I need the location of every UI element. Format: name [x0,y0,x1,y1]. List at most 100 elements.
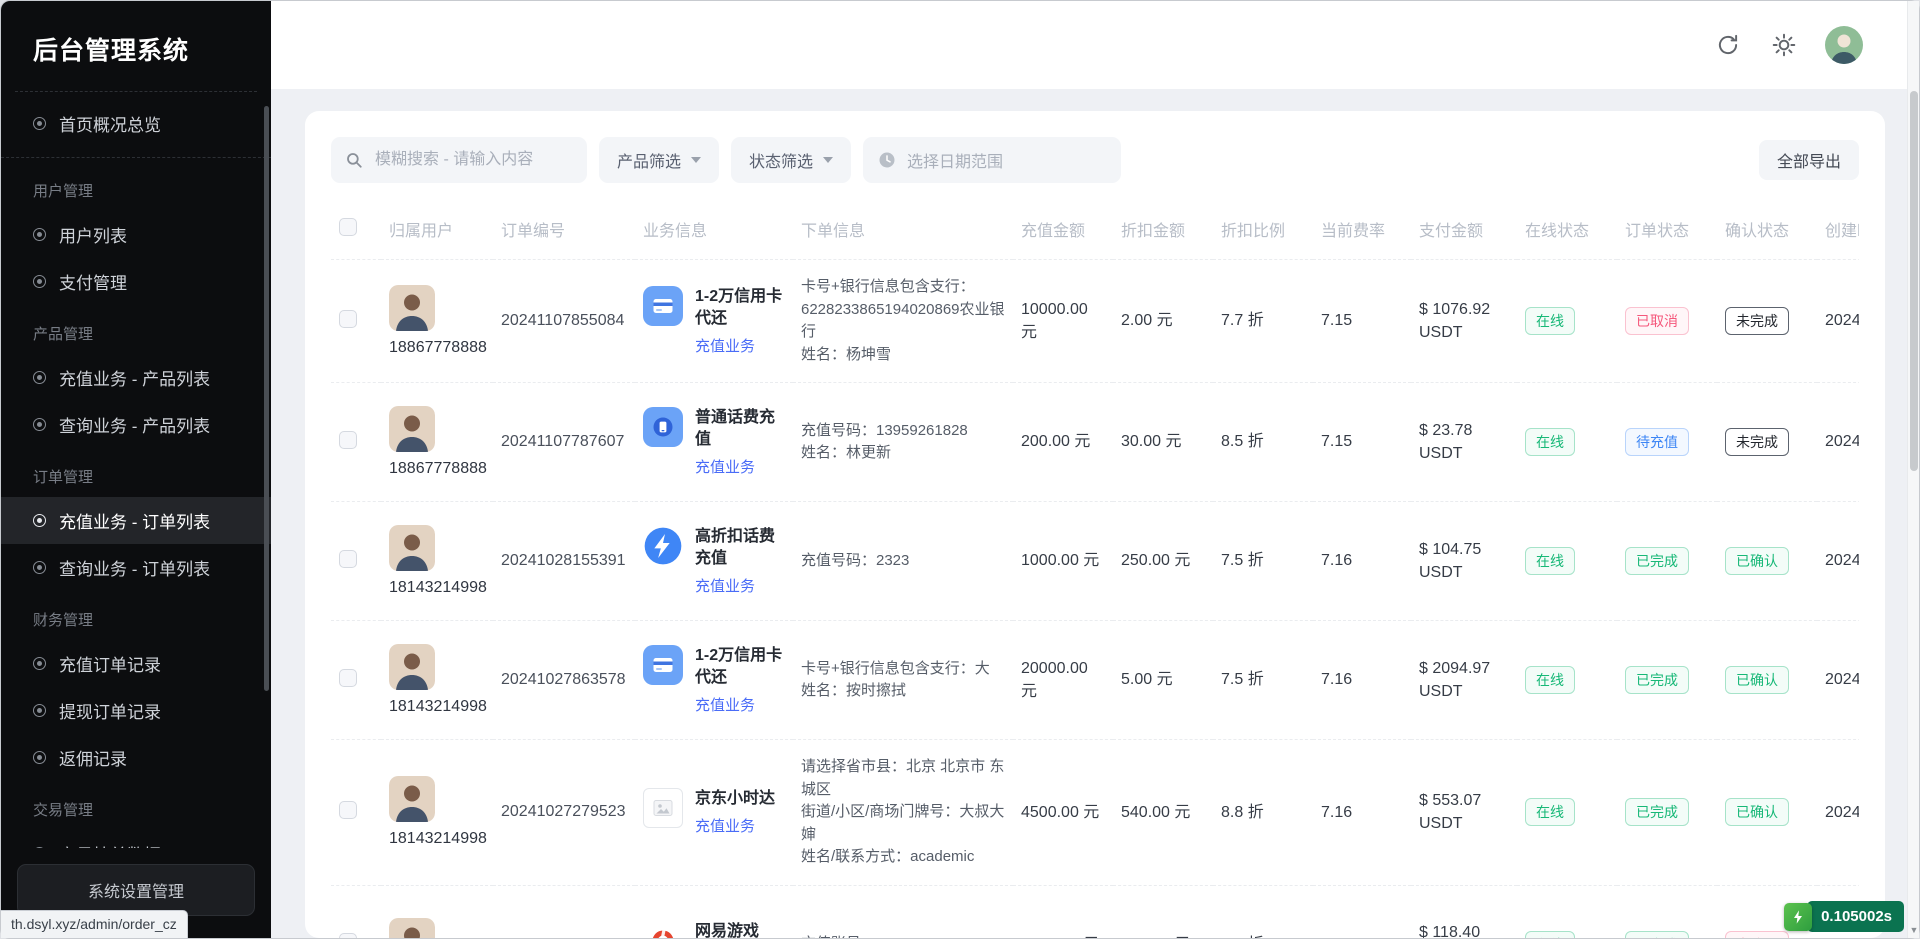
system-settings-button[interactable]: 系统设置管理 [17,864,255,916]
order-number: 20241026096687 [501,936,626,939]
circle-bullet-icon [33,117,46,130]
refresh-icon[interactable] [1713,30,1743,60]
discount-amount: 5.00 元 [1121,668,1173,691]
sidebar-item-label: 支付管理 [59,269,127,294]
row-checkbox[interactable] [339,310,357,328]
online-status-badge: 在线 [1525,931,1575,939]
image-placeholder-icon [643,788,683,828]
discount-ratio: 8.8 折 [1221,801,1264,824]
clock-icon [877,150,897,170]
pay-amount: $ 553.07 USDT [1419,789,1509,835]
speed-plugin-icon[interactable] [1784,903,1812,931]
sidebar-item[interactable]: 充值订单记录 [1,640,271,687]
search-box[interactable] [331,137,587,183]
column-header: 确认状态 [1717,213,1817,260]
sidebar-item[interactable]: 充值业务 - 订单列表 [1,497,271,544]
row-checkbox[interactable] [339,801,357,819]
sidebar-item[interactable]: 支付管理 [1,258,271,305]
circle-bullet-icon [33,418,46,431]
table-row: 1814321499820241027279523京东小时达充值业务请选择省市县… [331,740,1859,886]
chevron-down-icon [823,157,833,163]
confirm-status-badge: 已确认 [1725,547,1789,575]
orders-table-wrap: 归属用户订单编号业务信息下单信息充值金额折扣金额折扣比例当前费率支付金额在线状态… [331,213,1859,938]
product-category: 充值业务 [695,335,785,356]
product-filter-select[interactable]: 产品筛选 [599,137,719,183]
order-info: 卡号+银行信息包含支行：6228233865194020869农业银行 姓名：杨… [801,276,1005,366]
order-status-badge: 已完成 [1625,547,1689,575]
select-all-checkbox[interactable] [339,218,357,236]
row-checkbox[interactable] [339,550,357,568]
order-number: 20241027279523 [501,803,626,820]
table-row: 18867778888 20241107855084 1-2万信用卡代还充值业务卡号… [331,260,1859,383]
recharge-amount: 1000.00 元 [1021,933,1099,938]
product-name: 高折扣话费充值 [695,526,785,569]
scrollbar-thumb[interactable] [1910,91,1918,471]
sidebar-scrollbar[interactable] [264,106,269,691]
sidebar-section: 产品管理充值业务 - 产品列表查询业务 - 产品列表 [1,305,271,448]
page-scrollbar[interactable]: ▼ [1907,1,1919,938]
order-info: 卡号+银行信息包含支行：大 姓名：按时擦拭 [801,658,1005,703]
date-range-picker[interactable]: 选择日期范围 [863,137,1121,183]
sidebar-item[interactable]: 充值业务 - 产品列表 [1,354,271,401]
discount-ratio: 8.3 折 [1221,933,1264,938]
row-checkbox[interactable] [339,431,357,449]
sidebar-section: 用户管理用户列表支付管理 [1,162,271,305]
created-time: 2024- [1825,801,1859,824]
sidebar-item-label: 充值订单记录 [59,651,161,676]
content-area: 产品筛选 状态筛选 选择日期范围 全部导出 [271,89,1919,938]
column-header: 在线状态 [1517,213,1617,260]
discount-ratio: 8.5 折 [1221,430,1264,453]
chevron-down-icon [691,157,701,163]
export-all-button[interactable]: 全部导出 [1759,140,1859,180]
product-name: 网易游戏 [695,921,759,938]
sidebar-section: 首页概况总览 [1,100,271,158]
scrollbar-down-arrow-icon[interactable]: ▼ [1908,925,1920,935]
pay-amount: $ 23.78 USDT [1419,419,1509,465]
sidebar-item[interactable]: 返佣记录 [1,734,271,781]
created-time: 2024- [1825,430,1859,453]
search-icon [345,151,363,169]
filter-bar: 产品筛选 状态筛选 选择日期范围 全部导出 [331,137,1859,183]
order-info: 充值号码：2323 [801,550,1005,573]
circle-bullet-icon [33,561,46,574]
order-number: 20241027863578 [501,671,626,688]
credit-card-icon [643,286,683,326]
sidebar-item[interactable]: 交易挂单数据 [1,830,271,848]
brightness-icon[interactable] [1769,30,1799,60]
sidebar: 后台管理系统 首页概况总览用户管理用户列表支付管理产品管理充值业务 - 产品列表… [1,1,271,938]
table-row: 1814321499820241028155391高折扣话费充值充值业务充值号码… [331,502,1859,621]
user-avatar-icon[interactable] [1825,26,1863,64]
sidebar-section-header: 订单管理 [1,448,271,497]
sidebar-item[interactable]: 提现订单记录 [1,687,271,734]
sidebar-item-label: 查询业务 - 订单列表 [59,555,210,580]
product-category: 充值业务 [695,456,785,477]
recharge-amount: 10000.00 元 [1021,298,1105,344]
sidebar-item[interactable]: 查询业务 - 订单列表 [1,544,271,591]
product-name: 1-2万信用卡代还 [695,286,785,329]
online-status-badge: 在线 [1525,428,1575,456]
row-checkbox[interactable] [339,669,357,687]
page-load-time: 0.105002s [1807,901,1904,932]
row-checkbox[interactable] [339,933,357,938]
sidebar-item[interactable]: 用户列表 [1,211,271,258]
circle-bullet-icon [33,657,46,670]
netease-icon [643,921,683,938]
column-header: 折扣比例 [1213,213,1313,260]
status-filter-select[interactable]: 状态筛选 [731,137,851,183]
sidebar-item[interactable]: 首页概况总览 [1,100,271,147]
user-phone: 18143214998 [389,579,485,597]
product-category: 充值业务 [695,575,785,596]
current-rate: 7.16 [1321,801,1352,824]
user-phone: 18867778888 [389,339,485,357]
sidebar-item-label: 首页概况总览 [59,111,161,136]
order-status-badge: 已完成 [1625,666,1689,694]
table-body: 18867778888202411078550841-2万信用卡代还充值业务卡号… [331,260,1859,939]
product-category: 充值业务 [695,815,775,836]
discount-amount: 250.00 元 [1121,549,1190,572]
current-rate: 7.16 [1321,549,1352,572]
sidebar-item[interactable]: 查询业务 - 产品列表 [1,401,271,448]
order-number: 20241107855084 [501,312,624,329]
product-filter-label: 产品筛选 [617,148,681,172]
search-input[interactable] [373,150,573,170]
confirm-status-badge: 未收到 [1725,931,1789,939]
